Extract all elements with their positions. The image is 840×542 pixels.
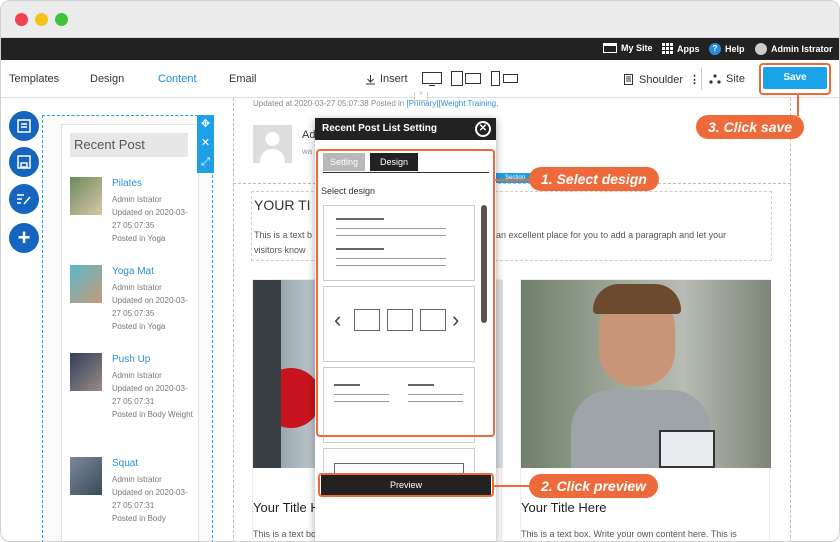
sidebar-tool-layout[interactable]	[9, 111, 39, 141]
insert-button[interactable]: Insert	[365, 73, 408, 85]
callout-line	[495, 179, 531, 181]
page-icon	[624, 74, 633, 85]
move-icon[interactable]: ✥	[197, 115, 214, 134]
section-text-left: This is a text b	[254, 230, 313, 240]
close-icon[interactable]: ✕	[475, 121, 491, 137]
post-thumbnail	[70, 353, 102, 391]
post-meta: Admin Istrator Updated on 2020-03-27 05:0…	[112, 283, 188, 331]
toolbar-divider	[701, 68, 702, 90]
user-name: Admin Istrator	[771, 44, 833, 54]
tablet-view-icon[interactable]	[451, 71, 481, 86]
layout-icon	[17, 119, 31, 133]
callout-click-save: 3. Click save	[696, 115, 805, 139]
post-meta-line: Updated at 2020-03-27 05:07:38 Posted in…	[253, 99, 499, 108]
post-title[interactable]: Yoga Mat	[112, 265, 154, 278]
design-option-partial[interactable]	[323, 448, 475, 473]
card-image	[521, 280, 771, 468]
tab-email[interactable]: Email	[229, 73, 257, 85]
author-avatar	[253, 125, 292, 163]
floppy-icon	[17, 155, 31, 169]
grid-icon	[662, 43, 673, 54]
sidebar-tool-edit-list[interactable]	[9, 184, 39, 214]
close-window-button[interactable]	[15, 13, 28, 26]
widget-tools: ✥ ✕ ⤢	[197, 115, 214, 173]
post-thumbnail	[70, 457, 102, 495]
window-titlebar	[1, 1, 839, 38]
user-icon	[260, 132, 285, 163]
user-menu[interactable]: Admin Istrator	[755, 43, 833, 55]
my-site-link[interactable]: My Site	[603, 43, 653, 53]
dialog-title: Recent Post List Setting ✕	[315, 118, 496, 140]
monitor-icon	[603, 43, 617, 53]
post-title[interactable]: Pilates	[112, 177, 142, 190]
shoulder-label: Shoulder	[639, 73, 684, 86]
mobile-view-icon[interactable]	[491, 71, 519, 86]
save-highlight	[759, 63, 831, 95]
preview-highlight	[318, 473, 494, 497]
recent-post-widget[interactable]: Recent Post Pilates Admin Istrator Update…	[42, 115, 213, 541]
sidebar-tool-add[interactable]: +	[9, 223, 39, 253]
tab-content[interactable]: Content	[158, 73, 197, 85]
apps-link[interactable]: Apps	[662, 43, 700, 54]
callout-click-preview: 2. Click preview	[529, 474, 659, 498]
top-nav-bar: My Site Apps ? Help Admin Istrator	[1, 38, 839, 60]
apps-label: Apps	[677, 43, 700, 54]
author-role-fragment: wa	[302, 147, 313, 156]
callout-line	[797, 95, 799, 116]
sitemap-icon	[709, 74, 721, 84]
post-meta: Admin Istrator Updated on 2020-03-27 05:0…	[112, 475, 188, 523]
help-link[interactable]: ? Help	[709, 43, 745, 55]
remove-icon[interactable]: ✕	[197, 134, 214, 153]
callout-select-design: 1. Select design	[529, 167, 659, 191]
post-thumbnail	[70, 265, 102, 303]
maximize-window-button[interactable]	[55, 13, 68, 26]
post-title[interactable]: Push Up	[112, 353, 150, 366]
edit-list-icon	[17, 194, 31, 205]
download-icon	[366, 74, 375, 84]
plus-icon: +	[17, 225, 31, 250]
help-icon: ?	[709, 43, 721, 55]
design-highlight	[316, 149, 495, 437]
tab-templates[interactable]: Templates	[9, 73, 59, 85]
browser-window: My Site Apps ? Help Admin Istrator Templ…	[0, 0, 840, 542]
help-label: Help	[725, 44, 745, 54]
section-text-right: an excellent place for you to add a para…	[496, 230, 727, 240]
callout-line	[494, 485, 530, 487]
tab-design[interactable]: Design	[90, 73, 124, 85]
site-menu[interactable]: Site	[709, 73, 745, 85]
card-text: This is a text box. Write your own conte…	[521, 529, 737, 539]
avatar-icon	[755, 43, 767, 55]
section-heading: YOUR TI	[254, 197, 311, 213]
desktop-view-icon[interactable]	[422, 72, 442, 86]
recent-post-panel: Recent Post Pilates Admin Istrator Update…	[61, 124, 199, 541]
post-title[interactable]: Squat	[112, 457, 138, 470]
author-name-fragment: Ad	[302, 129, 316, 141]
sidebar-tool-save[interactable]	[9, 147, 39, 177]
my-site-label: My Site	[621, 43, 653, 53]
insert-label: Insert	[380, 73, 408, 85]
card-title: Your Title Here	[521, 500, 607, 515]
content-card-right[interactable]: Your Title Here This is a text box. Writ…	[520, 279, 771, 541]
recent-post-title: Recent Post	[70, 133, 188, 157]
more-vertical-icon[interactable]: ⋮	[689, 73, 700, 86]
resize-icon[interactable]: ⤢	[197, 153, 214, 172]
post-meta: Admin Istrator Updated on 2020-03-27 05:0…	[112, 371, 193, 419]
shoulder-menu[interactable]: Shoulder ⋮	[624, 73, 700, 86]
minimize-window-button[interactable]	[35, 13, 48, 26]
site-label: Site	[726, 73, 745, 85]
post-meta: Admin Istrator Updated on 2020-03-27 05:0…	[112, 195, 188, 243]
section-text-line2: visitors know	[254, 245, 306, 255]
post-thumbnail	[70, 177, 102, 215]
